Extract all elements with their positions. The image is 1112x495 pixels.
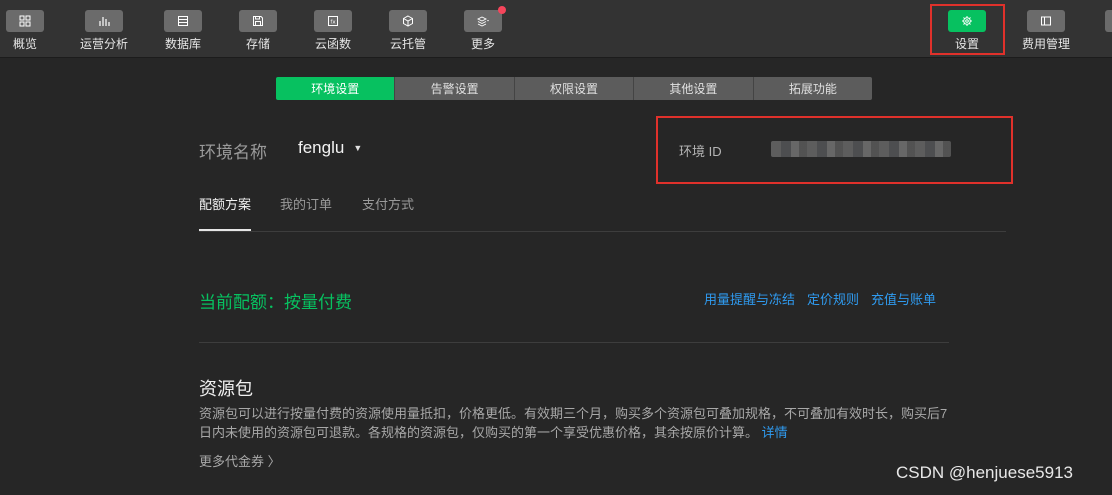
svg-text:fx: fx bbox=[330, 20, 336, 26]
subtab-quota-plan[interactable]: 配额方案 bbox=[199, 194, 251, 213]
divider bbox=[199, 231, 1006, 232]
tab-environment[interactable]: 环境设置 bbox=[276, 77, 396, 100]
sidebar-panel-icon bbox=[1027, 10, 1065, 32]
toolbar-item-storage[interactable]: 存储 bbox=[223, 0, 293, 57]
bar-chart-icon bbox=[85, 10, 123, 32]
toolbar-label: 费用管理 bbox=[1021, 37, 1070, 51]
resource-package-description: 资源包可以进行按量付费的资源使用量抵扣，价格更低。有效期三个月，购买多个资源包可… bbox=[199, 404, 954, 442]
settings-highlight-box bbox=[930, 4, 1005, 55]
toolbar-label: 更多 bbox=[470, 37, 495, 51]
resource-package-title: 资源包 bbox=[199, 379, 253, 399]
resource-description-text: 资源包可以进行按量付费的资源使用量抵扣，价格更低。有效期三个月，购买多个资源包可… bbox=[199, 406, 948, 440]
cube-icon bbox=[389, 10, 427, 32]
toolbar-overflow-button[interactable] bbox=[1105, 10, 1112, 32]
tab-other[interactable]: 其他设置 bbox=[634, 77, 754, 100]
env-select[interactable]: fenglu ▼ bbox=[298, 138, 362, 158]
env-id-highlight-box bbox=[656, 116, 1013, 184]
pricing-rules-link[interactable]: 定价规则 bbox=[807, 289, 859, 308]
function-icon: fx bbox=[314, 10, 352, 32]
toolbar-label: 存储 bbox=[245, 37, 270, 51]
recharge-billing-link[interactable]: 充值与账单 bbox=[871, 289, 936, 308]
toolbar-item-overview[interactable]: 概览 bbox=[0, 0, 60, 57]
grid-icon bbox=[6, 10, 44, 32]
details-link[interactable]: 详情 bbox=[762, 425, 788, 440]
more-coupons-link[interactable]: 更多代金券 〉 bbox=[199, 451, 281, 470]
subtab-my-orders[interactable]: 我的订单 bbox=[280, 194, 332, 213]
settings-tabs: 环境设置 告警设置 权限设置 其他设置 拓展功能 bbox=[276, 77, 872, 100]
save-icon bbox=[239, 10, 277, 32]
layers-icon bbox=[464, 6, 506, 32]
tab-extensions[interactable]: 拓展功能 bbox=[753, 77, 872, 100]
divider bbox=[199, 342, 949, 343]
toolbar-label: 云托管 bbox=[389, 37, 426, 51]
tab-permissions[interactable]: 权限设置 bbox=[514, 77, 635, 100]
notification-dot bbox=[498, 6, 506, 14]
toolbar-label: 云函数 bbox=[314, 37, 351, 51]
caret-down-icon: ▼ bbox=[353, 143, 363, 153]
toolbar-label: 运营分析 bbox=[79, 37, 128, 51]
toolbar-item-functions[interactable]: fx 云函数 bbox=[298, 0, 368, 57]
watermark: CSDN @henjuese5913 bbox=[896, 463, 1073, 482]
toolbar-label: 概览 bbox=[12, 37, 37, 51]
toolbar-item-cloudhosting[interactable]: 云托管 bbox=[373, 0, 443, 57]
toolbar-label: 数据库 bbox=[164, 37, 201, 51]
toolbar-item-database[interactable]: 数据库 bbox=[148, 0, 218, 57]
subtab-payment[interactable]: 支付方式 bbox=[362, 194, 414, 213]
toolbar-item-billing[interactable]: 费用管理 bbox=[1011, 0, 1081, 57]
env-name-label: 环境名称 bbox=[199, 143, 267, 162]
tab-alerts[interactable]: 告警设置 bbox=[395, 77, 515, 100]
toolbar-item-more[interactable]: 更多 bbox=[448, 0, 518, 57]
env-name-value: fenglu bbox=[298, 138, 345, 157]
database-icon bbox=[164, 10, 202, 32]
current-plan: 当前配额：按量付费 bbox=[199, 293, 352, 312]
toolbar-item-analytics[interactable]: 运营分析 bbox=[69, 0, 139, 57]
usage-reminder-link[interactable]: 用量提醒与冻结 bbox=[704, 289, 795, 308]
